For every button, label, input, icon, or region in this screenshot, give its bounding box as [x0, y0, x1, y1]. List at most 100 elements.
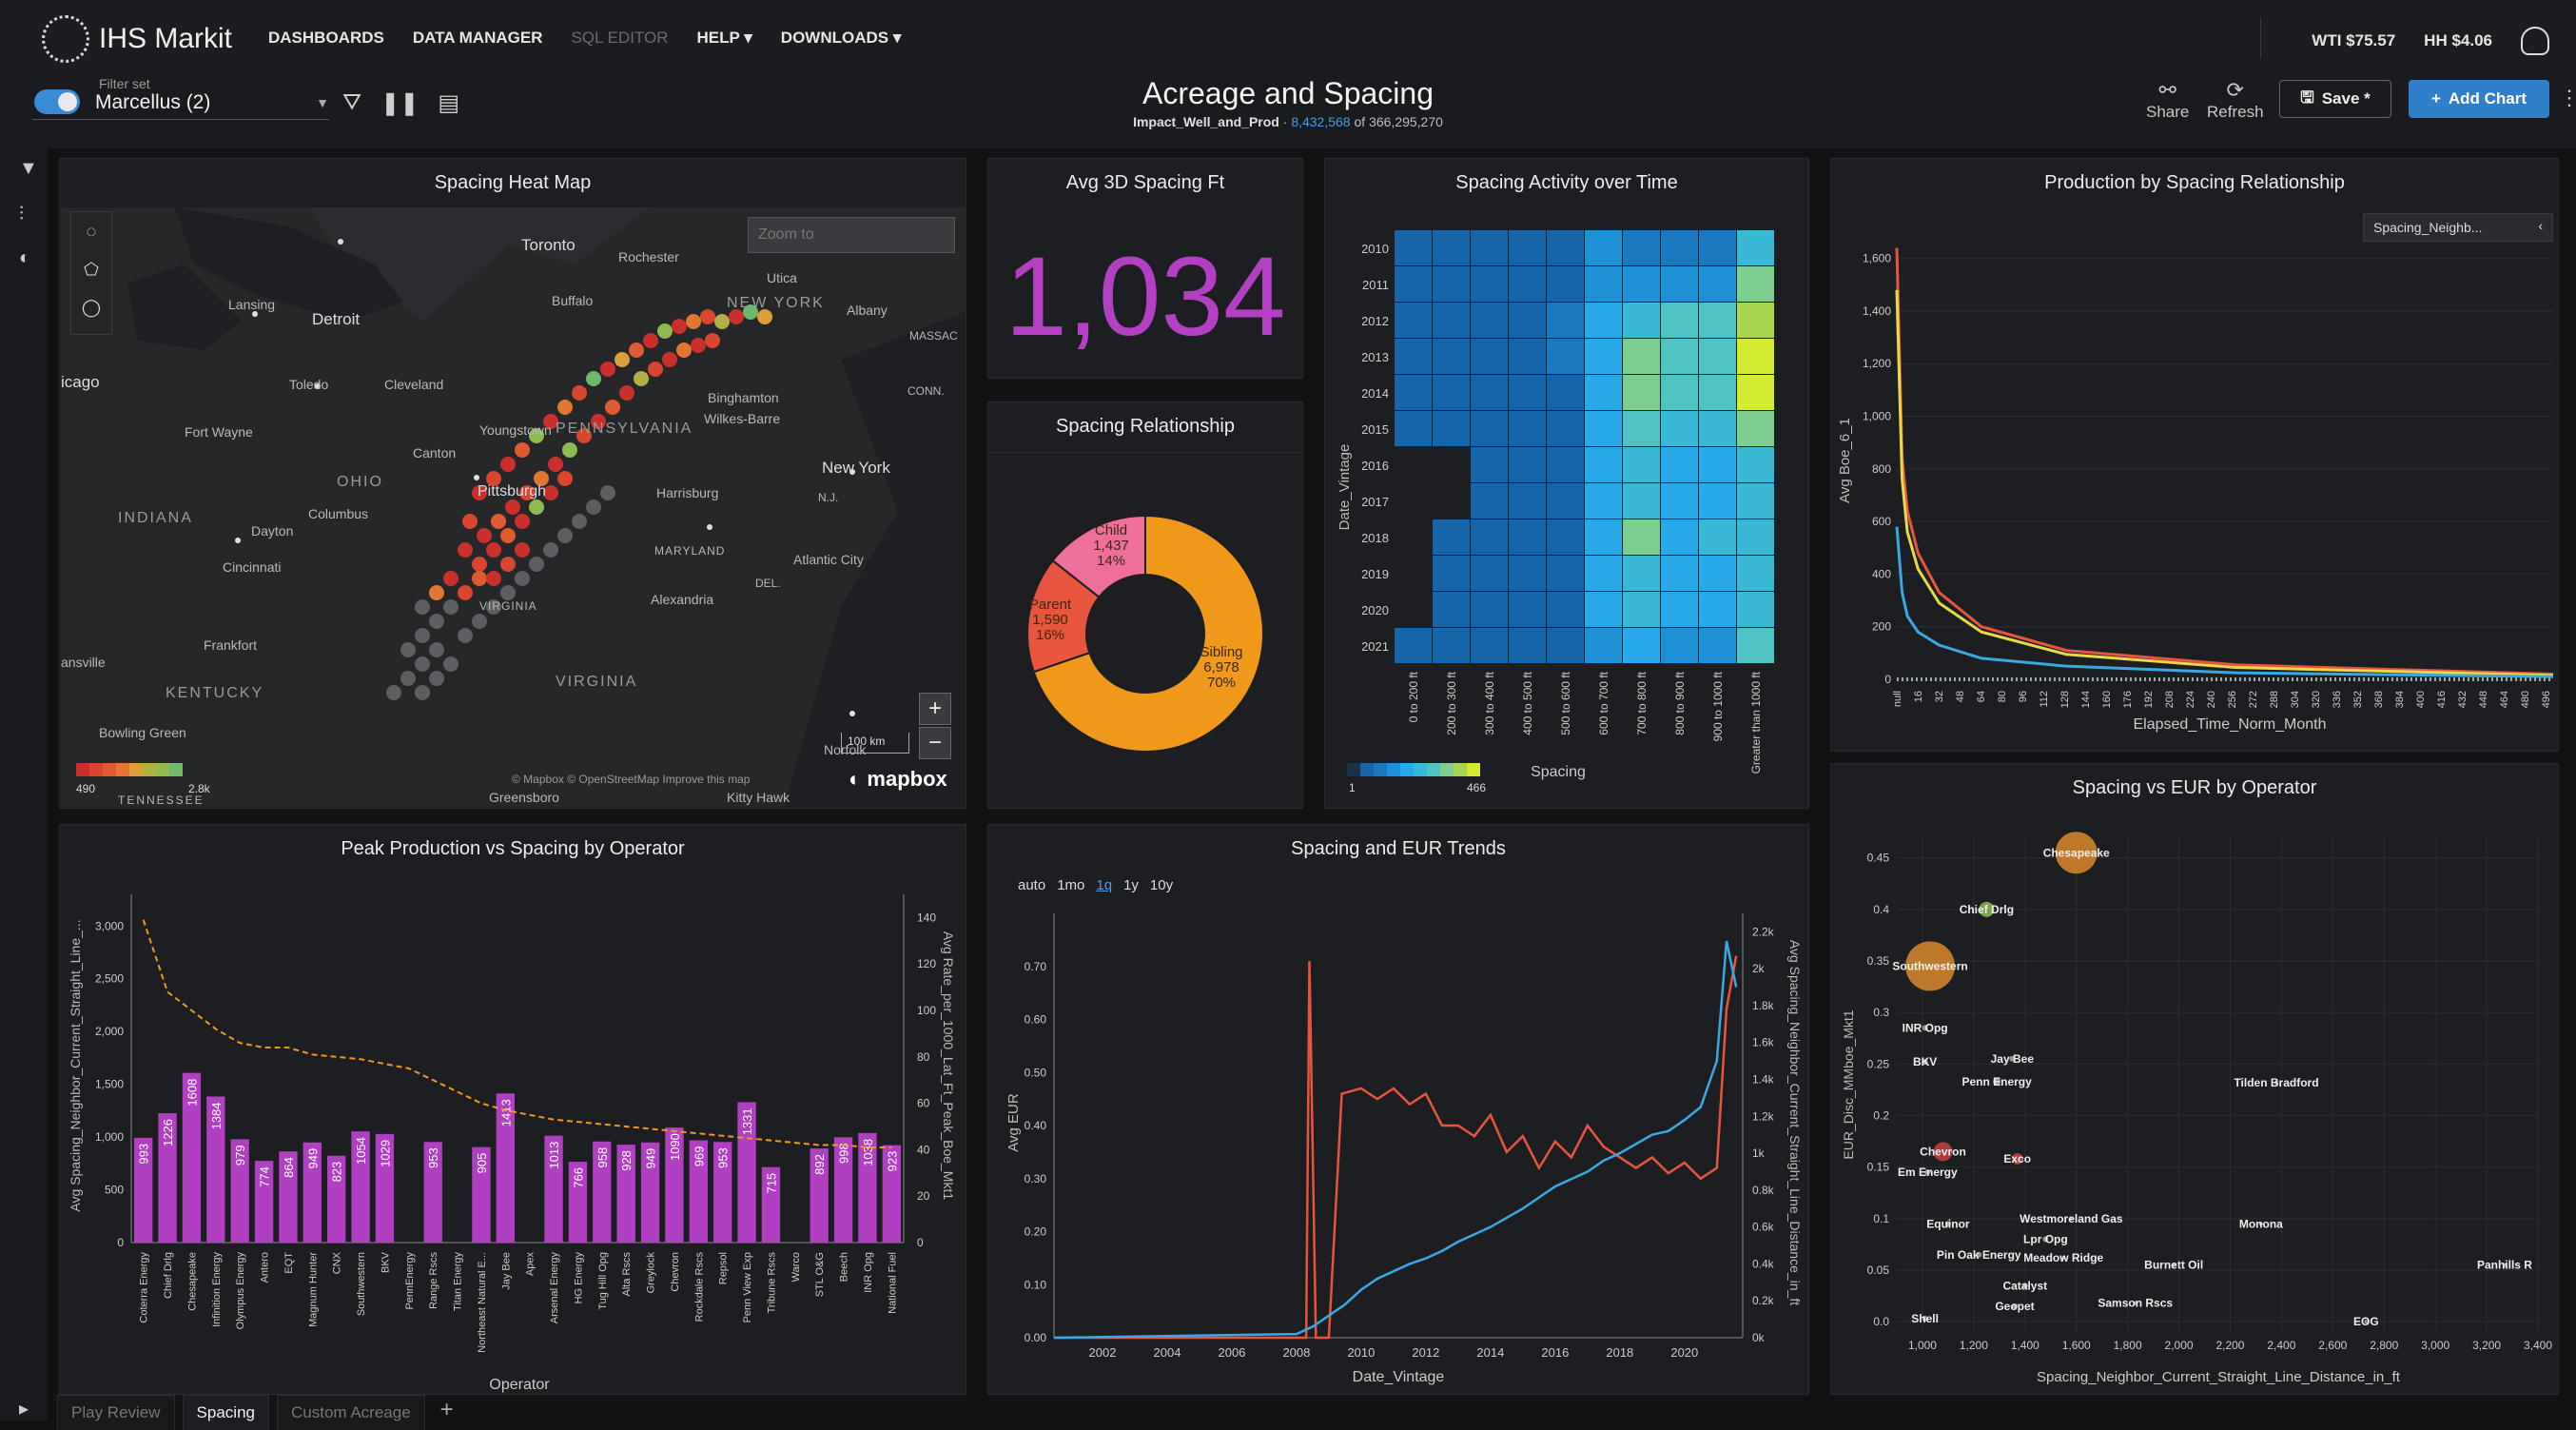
x-tick-label: Repsol	[718, 1252, 730, 1284]
y-axis-label: Avg EUR	[1005, 1093, 1022, 1152]
map-label-del: DEL.	[755, 577, 781, 590]
map-label-utica: Utica	[767, 270, 797, 285]
polygon-select-icon[interactable]: ⬠	[71, 250, 111, 288]
zoom-in-button[interactable]: +	[919, 693, 951, 725]
point-label: Chief Drlg	[1960, 903, 2014, 916]
more-vert-icon[interactable]: ⋮	[2559, 86, 2576, 110]
x-tick-label: Alta Rscs	[621, 1252, 633, 1297]
map-canvas[interactable]: Toronto Rochester Utica Lansing Detroit …	[61, 207, 965, 807]
heatmap-cell	[1395, 266, 1432, 302]
peak-production-chart: 0 500 1,000 1,500 2,000 2,500 3,000 0 20 40 60 80 10…	[68, 894, 956, 1393]
expand-icon[interactable]: ▸	[19, 1397, 40, 1420]
map-label-new-york-state: NEW YORK	[727, 295, 825, 311]
filter-icon[interactable]: ▼	[19, 158, 40, 179]
nav-sql-editor[interactable]: SQL EDITOR	[571, 29, 668, 48]
point-label: Chevron	[1920, 1145, 1966, 1158]
slice-label-pct: 16%	[1036, 627, 1064, 643]
heatmap-cell	[1623, 519, 1660, 555]
y-tick-label: 1,500	[95, 1078, 124, 1091]
bar-value-label: 949	[305, 1148, 320, 1169]
user-icon[interactable]	[2521, 27, 2549, 55]
add-tab-button[interactable]: +	[433, 1395, 461, 1430]
map-label-new-york: New York	[822, 459, 890, 477]
y2-tick-label: 120	[917, 957, 936, 970]
zoom-out-button[interactable]: −	[919, 727, 951, 759]
map-label-lansing: Lansing	[228, 297, 276, 312]
palette-icon[interactable]: ◐	[19, 247, 40, 268]
point-label: Jay Bee	[1991, 1052, 2035, 1066]
legend-swatch	[116, 763, 129, 776]
heatmap-cell	[1471, 447, 1508, 482]
circle-select-icon[interactable]: ◌	[71, 212, 111, 250]
map-svg	[61, 207, 965, 807]
heatmap-cell	[1433, 230, 1470, 265]
trends-chart: 0.00 0.10 0.20 0.30 0.40 0.50 0.60 0.70 0k 0.2k 0.…	[1005, 913, 1803, 1385]
y-tick-label: 0.70	[1025, 960, 1047, 973]
nav-dashboards[interactable]: DASHBOARDS	[268, 29, 384, 48]
bar-value-label: 823	[330, 1162, 344, 1183]
range-1y[interactable]: 1y	[1123, 877, 1139, 893]
map-label-w-virginia: VIRGINIA	[479, 599, 537, 613]
x-tick-label: Range Rscs	[428, 1252, 439, 1309]
brand-logo[interactable]: IHS Markit	[42, 15, 232, 63]
map-attribution[interactable]: © Mapbox © OpenStreetMap Improve this ma…	[512, 773, 750, 786]
heatmap-cell	[1585, 556, 1622, 591]
x-tick-label: INR Opg	[863, 1252, 874, 1293]
price-ticker: WTI $75.57 HH $4.06	[2312, 27, 2549, 55]
range-10y[interactable]: 10y	[1150, 877, 1173, 893]
y-tick-label: 200	[1872, 620, 1891, 634]
tab-spacing[interactable]: Spacing	[182, 1395, 269, 1430]
y2-tick-label: 1.8k	[1752, 999, 1775, 1012]
y-tick-label: 2,500	[95, 972, 124, 986]
y2-tick-label: 0.6k	[1752, 1221, 1775, 1234]
x-tick-label: 1,800	[2114, 1339, 2142, 1352]
record-count[interactable]: 8,432,568	[1291, 114, 1350, 129]
x-tick-label: Penn View Exp	[742, 1252, 753, 1322]
x-tick-label: 496	[2541, 691, 2552, 708]
map-label-virginia: VIRGINIA	[556, 674, 638, 690]
heatmap-cell	[1395, 339, 1432, 374]
production-legend-toggle[interactable]: Spacing_Neighb... ‹	[2363, 213, 2553, 242]
map-label-fort-wayne: Fort Wayne	[185, 424, 253, 440]
add-chart-button[interactable]: + Add Chart	[2409, 80, 2549, 118]
refresh-button[interactable]: ⟳ Refresh	[2207, 78, 2264, 122]
range-auto[interactable]: auto	[1018, 877, 1045, 893]
zoom-to-input[interactable]	[748, 217, 955, 253]
range-1mo[interactable]: 1mo	[1057, 877, 1084, 893]
tab-play-review[interactable]: Play Review	[57, 1395, 175, 1430]
heatmap-cell	[1509, 628, 1546, 663]
page-subtitle: Impact_Well_and_Prod · 8,432,568 of 366,…	[0, 114, 2576, 129]
bar-value-label: 928	[619, 1150, 634, 1171]
range-1q[interactable]: 1q	[1096, 877, 1112, 893]
heatmap-cell	[1395, 411, 1432, 446]
map-label-columbus: Columbus	[308, 506, 369, 521]
map-label-nj: N.J.	[818, 491, 839, 504]
heatmap-cell	[1623, 411, 1660, 446]
panel-title: Avg 3D Spacing Ft	[1065, 172, 1225, 193]
x-tick-label: 432	[2457, 691, 2469, 708]
y2-tick-label: 0.8k	[1752, 1184, 1775, 1197]
y2-tick-label: 1.6k	[1752, 1036, 1775, 1049]
sliders-icon[interactable]: ⫶	[19, 204, 40, 225]
nav-data-manager[interactable]: DATA MANAGER	[413, 29, 543, 48]
share-button[interactable]: ⚯ Share	[2146, 78, 2189, 122]
y2-tick-label: 1.2k	[1752, 1109, 1775, 1123]
x-tick-label: 1,200	[1960, 1339, 1988, 1352]
map-label-youngstown: Youngstown	[479, 422, 552, 438]
heatmap-cell	[1395, 628, 1432, 663]
nav-downloads[interactable]: DOWNLOADS ▾	[781, 29, 902, 48]
x-tick-label: Magnum Hunter	[307, 1252, 319, 1327]
heatmap-cell	[1509, 592, 1546, 627]
tab-custom-acreage[interactable]: Custom Acreage	[276, 1395, 425, 1430]
save-button[interactable]: 🖫 Save *	[2279, 80, 2391, 118]
chevron-left-icon[interactable]: ‹	[2538, 218, 2543, 233]
heatmap-cell	[1547, 483, 1584, 519]
x-tick-label: 400	[2415, 691, 2427, 708]
x-tick-label: 336	[2332, 691, 2343, 708]
nav-help[interactable]: HELP ▾	[697, 29, 752, 48]
bar-value-label: 1608	[185, 1079, 199, 1107]
y2-tick-label: 1k	[1752, 1146, 1766, 1160]
x-tick-label: 500 to 600 ft	[1559, 671, 1572, 735]
lasso-select-icon[interactable]: ◯	[71, 288, 111, 326]
heatmap-cell	[1661, 230, 1698, 265]
